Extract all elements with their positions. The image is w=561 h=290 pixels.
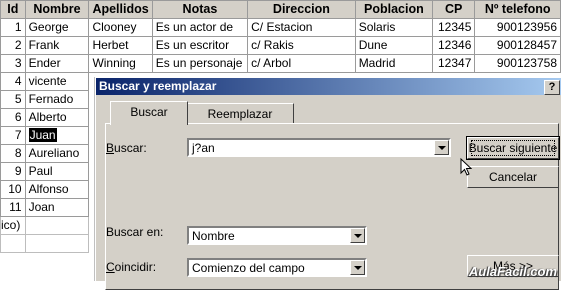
tab-reemplazar-label: Reemplazar (207, 107, 273, 121)
cell-id[interactable]: 11 (0, 198, 26, 217)
tab-reemplazar[interactable]: Reemplazar (186, 103, 294, 125)
cell-id[interactable]: 9 (0, 162, 26, 181)
coincidir-value: Comienzo del campo (192, 261, 305, 275)
col-header-telefono[interactable]: Nº telefono (474, 0, 561, 19)
cell-nombre[interactable]: Alfonso (24, 180, 90, 199)
cell-telefono[interactable]: 900123758 (474, 54, 561, 73)
cell-telefono[interactable]: 900123956 (474, 18, 561, 37)
cell-nombre[interactable]: Frank (24, 36, 90, 55)
cell-id[interactable]: 8 (0, 144, 26, 163)
cell-notas[interactable]: Es un personaje (151, 54, 249, 73)
cell-direccion[interactable]: c/ Arbol (247, 54, 356, 73)
dialog-title: Buscar y reemplazar (99, 79, 217, 93)
buscar-siguiente-button[interactable]: Buscar siguiente (466, 136, 560, 160)
buscar-en-select[interactable]: Nombre (187, 226, 367, 245)
table-row: 2 Frank Herbet Es un escritor c/ Rakis D… (0, 36, 561, 55)
cell-nombre[interactable] (24, 216, 90, 235)
cell-nombre[interactable]: Paul (24, 162, 90, 181)
cell-id[interactable]: 3 (0, 54, 26, 73)
cell-telefono[interactable]: 900128457 (474, 36, 561, 55)
col-header-notas[interactable]: Notas (151, 0, 249, 19)
col-header-apellidos[interactable]: Apellidos (88, 0, 153, 19)
cell-cp[interactable]: 12346 (432, 36, 476, 55)
cell-direccion[interactable]: c/ Rakis (247, 36, 356, 55)
header-row: Id Nombre Apellidos Notas Direccion Pobl… (0, 0, 561, 19)
cell-poblacion[interactable]: Solaris (354, 18, 434, 37)
cell-notas[interactable]: Es un escritor (151, 36, 249, 55)
cell-nombre[interactable]: Joan (24, 198, 90, 217)
cell-truncated[interactable]: ico) (0, 216, 26, 235)
selected-match-text: Juan (28, 128, 57, 142)
buscar-en-label: Buscar en: (106, 225, 164, 239)
table-row: 3 Ender Winning Es un personaje c/ Arbol… (0, 54, 561, 73)
chevron-down-icon[interactable] (350, 228, 365, 243)
cell-nombre[interactable]: Alberto (24, 108, 90, 127)
cell-id[interactable]: 6 (0, 108, 26, 127)
cell-id[interactable]: 4 (0, 72, 26, 91)
cell-nombre[interactable]: Fernado (24, 90, 90, 109)
buscar-input-value: j?an (192, 141, 215, 155)
cell-nombre[interactable]: Ender (24, 54, 90, 73)
cell-apellidos[interactable]: Clooney (88, 18, 153, 37)
cell-cp[interactable]: 12347 (432, 54, 476, 73)
buscar-label: Buscar: (106, 141, 147, 155)
cell-empty[interactable] (0, 234, 26, 253)
cell-id[interactable]: 10 (0, 180, 26, 199)
col-header-direccion[interactable]: Direccion (247, 0, 356, 19)
cell-direccion[interactable]: C/ Estacion (247, 18, 356, 37)
cell-id[interactable]: 1 (0, 18, 26, 37)
tab-buscar[interactable]: Buscar (110, 101, 188, 125)
cell-apellidos[interactable]: Winning (88, 54, 153, 73)
coincidir-select[interactable]: Comienzo del campo (187, 258, 367, 277)
help-button[interactable]: ? (544, 80, 560, 95)
dialog-titlebar[interactable]: Buscar y reemplazar ? (96, 78, 561, 95)
table-row: 1 George Clooney Es un actor de C/ Estac… (0, 18, 561, 37)
cell-id[interactable]: 2 (0, 36, 26, 55)
cell-cp[interactable]: 12345 (432, 18, 476, 37)
cell-empty[interactable] (24, 234, 90, 253)
buscar-en-value: Nombre (192, 229, 235, 243)
cell-apellidos[interactable]: Herbet (88, 36, 153, 55)
cell-poblacion[interactable]: Madrid (354, 54, 434, 73)
cell-nombre-selected[interactable]: Juan (24, 126, 90, 145)
find-replace-dialog: Buscar y reemplazar ? Buscar Reemplazar … (95, 77, 561, 290)
col-header-poblacion[interactable]: Poblacion (354, 0, 434, 19)
cancel-button[interactable]: Cancelar (467, 166, 559, 188)
coincidir-label: Coincidir: (106, 260, 157, 274)
watermark: AulaFacil.com (468, 264, 557, 279)
buscar-input[interactable]: j?an (187, 138, 451, 157)
col-header-cp[interactable]: CP (432, 0, 476, 19)
col-header-id[interactable]: Id (0, 0, 26, 19)
chevron-down-icon[interactable] (434, 140, 449, 155)
cell-id[interactable]: 5 (0, 90, 26, 109)
cell-nombre[interactable]: George (24, 18, 90, 37)
cell-notas[interactable]: Es un actor de (151, 18, 249, 37)
col-header-nombre[interactable]: Nombre (24, 0, 90, 19)
mouse-pointer-icon (460, 158, 472, 176)
cell-nombre[interactable]: Aureliano (24, 144, 90, 163)
tab-buscar-label: Buscar (130, 105, 168, 119)
cell-id[interactable]: 7 (0, 126, 26, 145)
cell-poblacion[interactable]: Dune (354, 36, 434, 55)
cell-nombre[interactable]: vicente (24, 72, 90, 91)
chevron-down-icon[interactable] (350, 260, 365, 275)
